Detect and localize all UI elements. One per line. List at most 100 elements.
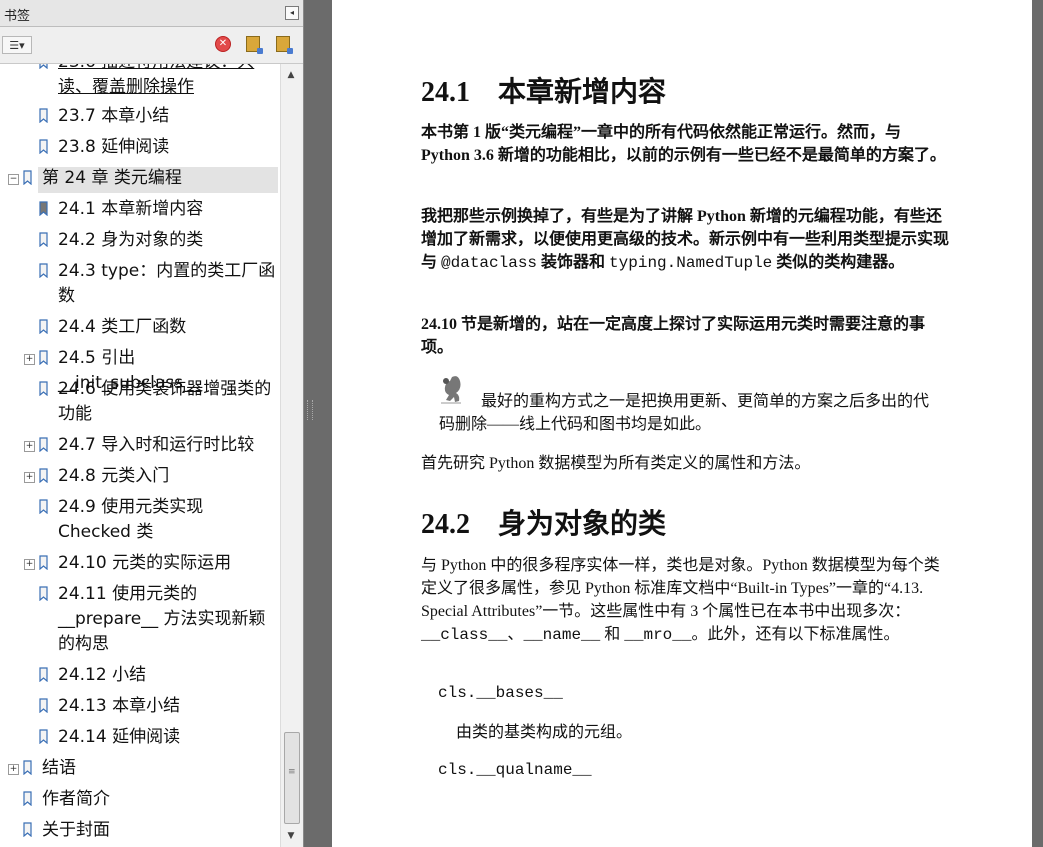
code-dataclass: @dataclass bbox=[441, 254, 538, 272]
bookmark-item[interactable]: 24.1 本章新增内容 bbox=[58, 197, 278, 222]
bookmark-item[interactable]: 24.7 导入时和运行时比较 bbox=[58, 433, 278, 458]
bookmark-item[interactable]: 24.6 使用类装饰器增强类的功能 bbox=[58, 377, 278, 427]
bookmark-item[interactable]: 24.3 type：内置的类工厂函数 bbox=[58, 259, 278, 309]
bookmark-icon bbox=[39, 232, 48, 247]
expand-node-icon[interactable]: + bbox=[24, 354, 35, 365]
bookmark-icon bbox=[39, 350, 48, 365]
bookmark-item[interactable]: 24.13 本章小结 bbox=[58, 694, 278, 719]
paragraph-4: 首先研究 Python 数据模型为所有类定义的属性和方法。 bbox=[421, 455, 811, 472]
new-bookmark-icon bbox=[246, 36, 263, 54]
bookmark-item[interactable]: 24.11 使用元类的 __prepare__ 方法实现新颖的构思 bbox=[58, 582, 278, 657]
collapse-node-icon[interactable]: − bbox=[8, 174, 19, 185]
bookmark-label: 结语 bbox=[42, 758, 76, 778]
options-menu-button[interactable]: ☰▾ bbox=[2, 36, 32, 54]
code-mro: __mro__ bbox=[624, 626, 692, 644]
bookmark-item[interactable]: 23.6 描述符用法建议：只读、覆盖删除操作 bbox=[58, 64, 278, 100]
bookmark-label: 作者简介 bbox=[42, 789, 110, 809]
bookmark-item[interactable]: 24.12 小结 bbox=[58, 663, 278, 688]
paragraph-2: 我把那些示例换掉了，有些是为了讲解 Python 新增的元编程功能，有些还增加了… bbox=[421, 205, 951, 275]
bookmark-label: 24.13 本章小结 bbox=[58, 696, 181, 716]
expand-node-icon[interactable]: + bbox=[24, 472, 35, 483]
splitter-grip-icon bbox=[307, 400, 313, 420]
bookmark-icon bbox=[39, 698, 48, 713]
expand-bookmark-icon bbox=[276, 36, 293, 54]
bookmarks-panel: 书签 ◂ ☰▾ ✕ 23.6 描述符用法建议：只读、覆盖删除操作 23.7 本章小… bbox=[0, 0, 304, 847]
bookmark-item[interactable]: 24.2 身为对象的类 bbox=[58, 228, 278, 253]
bookmark-icon bbox=[39, 586, 48, 601]
page-gutter bbox=[1032, 0, 1043, 847]
bookmark-icon bbox=[39, 64, 48, 69]
bookmark-item[interactable]: 24.9 使用元类实现 Checked 类 bbox=[58, 495, 278, 545]
separator-1: 、 bbox=[507, 626, 524, 643]
bookmark-label: 24.14 延伸阅读 bbox=[58, 727, 181, 747]
bookmark-label: 24.12 小结 bbox=[58, 665, 147, 685]
bookmark-current-icon bbox=[39, 201, 48, 216]
document-page: 24.1 本章新增内容 本书第 1 版“类元编程”一章中的所有代码依然能正常运行… bbox=[332, 0, 1032, 847]
scroll-up-button[interactable]: ▲ bbox=[281, 66, 301, 84]
paragraph-5: 与 Python 中的很多程序实体一样，类也是对象。Python 数据模型为每个… bbox=[421, 554, 951, 647]
bookmark-scrollbar[interactable]: ▲ ≡ ▼ bbox=[280, 64, 301, 847]
bookmark-icon bbox=[39, 319, 48, 334]
separator-2: 和 bbox=[600, 626, 625, 643]
bookmark-label: 24.3 type：内置的类工厂函数 bbox=[58, 261, 276, 306]
tip-paragraph: 最好的重构方式之一是把换用更新、更简单的方案之后多出的代码删除——线上代码和图书… bbox=[439, 393, 930, 433]
bookmark-icon bbox=[39, 499, 48, 514]
bookmark-label: 23.7 本章小结 bbox=[58, 106, 170, 126]
bookmark-item[interactable]: 24.8 元类入门 bbox=[58, 464, 278, 489]
bookmark-item[interactable]: 第 24 章 类元编程 bbox=[42, 166, 278, 191]
bookmark-icon bbox=[39, 729, 48, 744]
expand-node-icon[interactable]: + bbox=[24, 441, 35, 452]
section-heading-24-2: 24.2 身为对象的类 bbox=[421, 509, 667, 540]
bookmark-item[interactable]: 24.14 延伸阅读 bbox=[58, 725, 278, 750]
bookmark-item[interactable]: 关于封面 bbox=[42, 818, 278, 843]
bookmark-item[interactable]: 23.8 延伸阅读 bbox=[58, 135, 278, 160]
bookmark-label: 23.6 描述符用法建议：只读、覆盖删除操作 bbox=[58, 64, 254, 97]
bookmark-icon bbox=[23, 791, 32, 806]
scroll-thumb[interactable]: ≡ bbox=[284, 732, 300, 824]
code-class: __class__ bbox=[421, 626, 508, 644]
paragraph-5-text-b: 。此外，还有以下标准属性。 bbox=[691, 626, 900, 643]
bookmarks-title: 书签 bbox=[4, 9, 31, 24]
bookmark-item[interactable]: 作者简介 bbox=[42, 787, 278, 812]
expand-node-icon[interactable]: + bbox=[24, 559, 35, 570]
bookmark-icon bbox=[39, 468, 48, 483]
bookmark-icon bbox=[39, 139, 48, 154]
delete-icon: ✕ bbox=[215, 36, 231, 52]
code-name: __name__ bbox=[523, 626, 601, 644]
bookmark-item[interactable]: 24.10 元类的实际运用 bbox=[58, 551, 278, 576]
bookmarks-toolbar: ☰▾ ✕ bbox=[0, 27, 303, 64]
bookmark-item[interactable]: 23.7 本章小结 bbox=[58, 104, 278, 129]
new-bookmark-button[interactable] bbox=[244, 35, 263, 54]
code-bases: cls.__bases__ bbox=[438, 684, 563, 702]
code-qualname: cls.__qualname__ bbox=[438, 761, 592, 779]
bookmark-icon bbox=[23, 760, 32, 775]
paragraph-5-text-a: 与 Python 中的很多程序实体一样，类也是对象。Python 数据模型为每个… bbox=[421, 557, 940, 620]
bookmark-label: 24.1 本章新增内容 bbox=[58, 199, 204, 219]
bookmark-icon bbox=[39, 667, 48, 682]
bookmark-icon bbox=[39, 381, 48, 396]
bookmark-item[interactable]: 24.5 引出 __init_subclass__ bbox=[58, 346, 278, 393]
bookmark-icon bbox=[39, 437, 48, 452]
expand-node-icon[interactable]: + bbox=[8, 764, 19, 775]
bookmarks-header: 书签 ◂ bbox=[0, 0, 303, 27]
expand-bookmark-button[interactable] bbox=[274, 35, 293, 54]
bookmark-label: 第 24 章 类元编程 bbox=[42, 168, 182, 188]
bookmark-item[interactable]: 结语 bbox=[42, 756, 278, 781]
bookmark-label: 24.8 元类入门 bbox=[58, 466, 170, 486]
paragraph-2-text-b: 装饰器和 bbox=[537, 254, 610, 271]
bookmark-label: 24.4 类工厂函数 bbox=[58, 317, 187, 337]
collapse-panel-button[interactable]: ◂ bbox=[285, 6, 299, 20]
bookmark-icon bbox=[23, 170, 32, 185]
bookmark-item[interactable]: 24.4 类工厂函数 bbox=[58, 315, 278, 340]
scroll-down-button[interactable]: ▼ bbox=[281, 827, 301, 845]
bookmark-label: 24.2 身为对象的类 bbox=[58, 230, 204, 250]
bookmark-label: 24.11 使用元类的 __prepare__ 方法实现新颖的构思 bbox=[58, 584, 266, 654]
bookmark-label: 关于封面 bbox=[42, 820, 110, 840]
bookmark-icon bbox=[39, 555, 48, 570]
panel-splitter[interactable] bbox=[304, 0, 332, 847]
code-namedtuple: typing.NamedTuple bbox=[609, 254, 773, 272]
bookmark-icon bbox=[39, 108, 48, 123]
bookmark-label: 23.8 延伸阅读 bbox=[58, 137, 170, 157]
delete-bookmark-button[interactable]: ✕ bbox=[214, 35, 232, 53]
grip-icon: ≡ bbox=[288, 767, 296, 777]
